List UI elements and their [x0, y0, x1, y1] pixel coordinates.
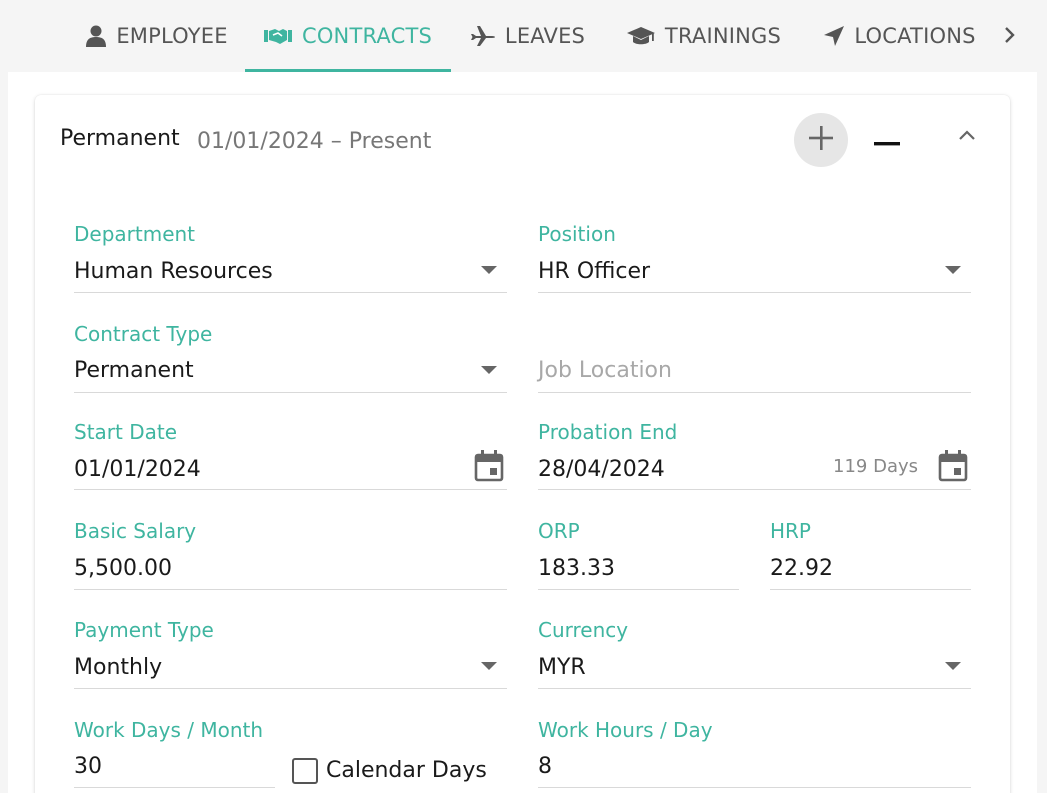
start-date-input[interactable]: 01/01/2024 [74, 456, 201, 484]
payment-type-dropdown-icon[interactable] [481, 662, 497, 670]
department-underline [74, 292, 507, 293]
currency-select[interactable]: MYR [538, 654, 586, 682]
contract-type-label: Contract Type [74, 322, 213, 346]
probation-end-input[interactable]: 28/04/2024 [538, 456, 665, 484]
orp-input[interactable]: 183.33 [538, 555, 615, 583]
contract-type-select[interactable]: Permanent [74, 357, 194, 385]
collapse-card-button[interactable] [950, 118, 984, 152]
position-select[interactable]: HR Officer [538, 258, 650, 286]
tabs-scroll-right-button[interactable] [995, 22, 1025, 52]
position-underline [538, 292, 971, 293]
probation-days-count: 119 Days [833, 456, 918, 477]
start-date-label: Start Date [74, 420, 178, 444]
work-hours-underline [538, 787, 971, 788]
payment-type-label: Payment Type [74, 618, 214, 642]
plus-icon [808, 125, 834, 155]
department-label: Department [74, 222, 196, 246]
work-hours-input[interactable]: 8 [538, 753, 552, 781]
currency-dropdown-icon[interactable] [945, 662, 961, 670]
department-select[interactable]: Human Resources [74, 258, 273, 286]
position-dropdown-icon[interactable] [945, 266, 961, 274]
orp-label: ORP [538, 519, 580, 543]
add-contract-button[interactable] [794, 113, 848, 167]
remove-contract-button[interactable] [866, 126, 908, 154]
work-days-label: Work Days / Month [74, 718, 264, 742]
calendar-days-label[interactable]: Calendar Days [326, 758, 487, 783]
contract-period: 01/01/2024 – Present [197, 129, 432, 154]
tab-leaves[interactable]: LEAVES [460, 0, 596, 72]
job-location-underline [538, 392, 971, 393]
contract-type-underline [74, 392, 507, 393]
payment-type-select[interactable]: Monthly [74, 654, 162, 682]
probation-end-calendar-icon[interactable] [938, 450, 968, 482]
work-hours-label: Work Hours / Day [538, 718, 713, 742]
job-location-input[interactable]: Job Location [538, 357, 672, 385]
minus-icon [874, 131, 900, 150]
location-arrow-icon [824, 26, 845, 46]
payment-type-underline [74, 688, 507, 689]
tab-bar: EMPLOYEE CONTRACTS LEAVES TRAININGS LOCA… [0, 0, 1047, 72]
basic-salary-input[interactable]: 5,500.00 [74, 555, 172, 583]
work-days-underline [74, 787, 275, 788]
start-date-calendar-icon[interactable] [474, 450, 504, 482]
chevron-up-icon [958, 126, 976, 145]
tab-trainings[interactable]: TRAININGS [614, 0, 794, 72]
position-label: Position [538, 222, 616, 246]
tab-employee[interactable]: EMPLOYEE [70, 0, 244, 72]
tab-contracts[interactable]: CONTRACTS [245, 0, 451, 72]
plane-icon [470, 26, 495, 46]
basic-salary-underline [74, 589, 507, 590]
contract-title: Permanent [60, 126, 180, 151]
hrp-underline [770, 589, 971, 590]
probation-end-label: Probation End [538, 420, 678, 444]
currency-underline [538, 688, 971, 689]
basic-salary-label: Basic Salary [74, 519, 197, 543]
contract-type-dropdown-icon[interactable] [481, 366, 497, 374]
start-date-underline [74, 489, 507, 490]
orp-underline [538, 589, 739, 590]
currency-label: Currency [538, 618, 629, 642]
probation-end-underline [538, 489, 971, 490]
user-icon [86, 25, 107, 47]
department-dropdown-icon[interactable] [481, 266, 497, 274]
calendar-days-checkbox[interactable] [292, 758, 318, 784]
tab-locations[interactable]: LOCATIONS [812, 0, 988, 72]
hrp-label: HRP [770, 519, 811, 543]
work-days-input[interactable]: 30 [74, 753, 102, 781]
chevron-right-icon [1004, 26, 1016, 48]
handshake-icon [263, 27, 292, 45]
graduation-cap-icon [626, 26, 655, 46]
hrp-input[interactable]: 22.92 [770, 555, 833, 583]
